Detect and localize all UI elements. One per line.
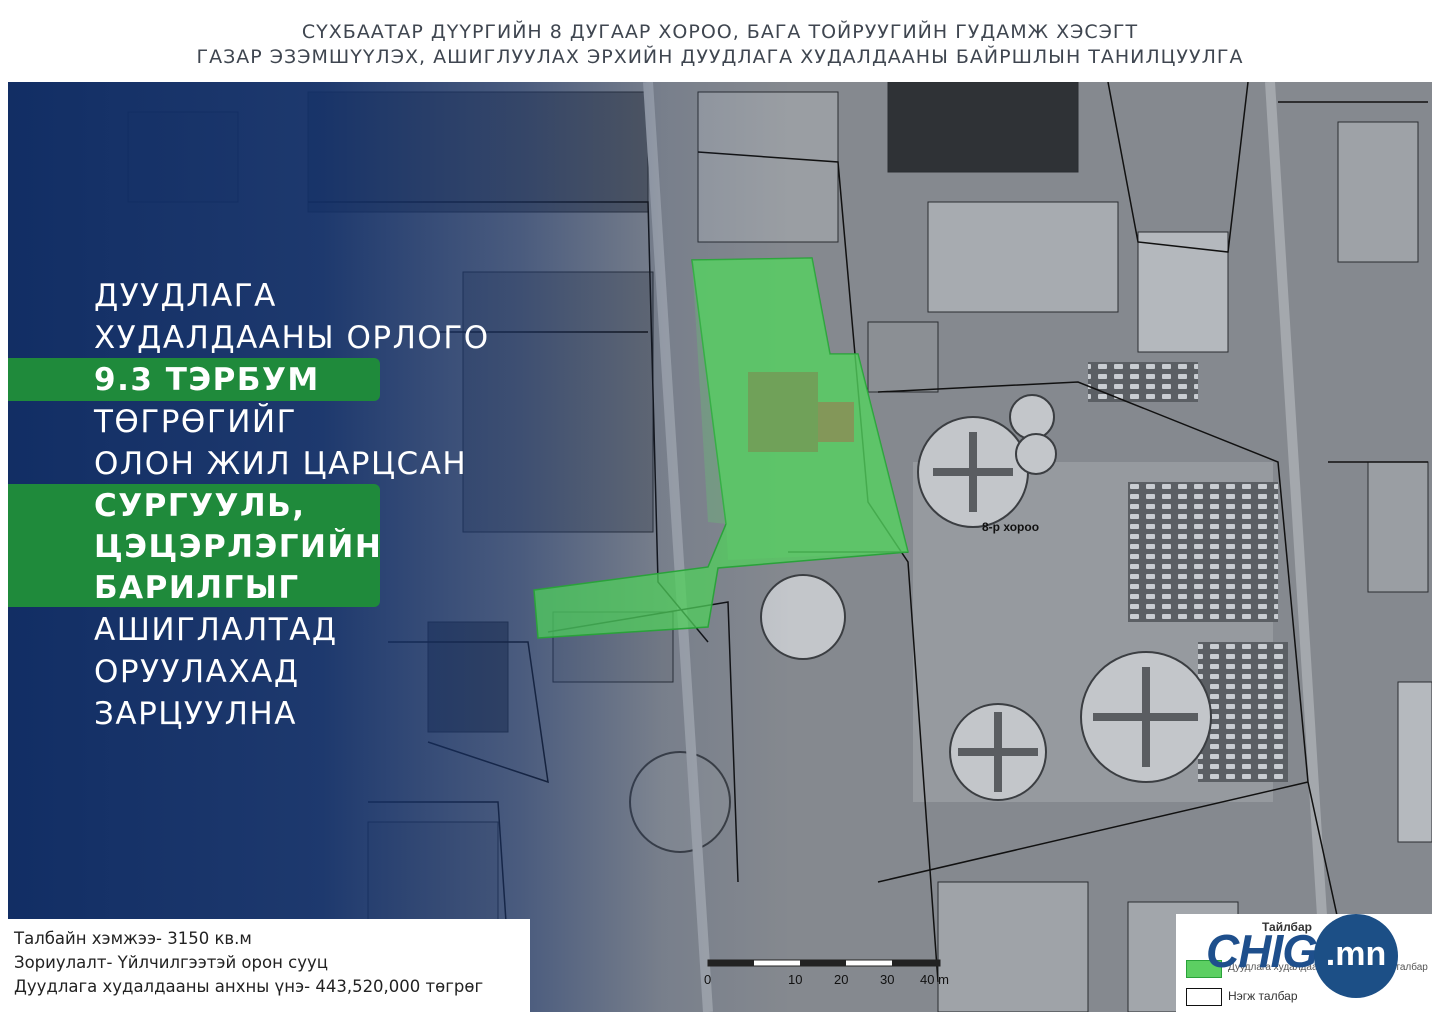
headline-line-7: ЦЭЦЭРЛЭГИЙН bbox=[94, 529, 383, 565]
scale-tick-0: 0 bbox=[704, 972, 712, 987]
scale-tick-10: 10 bbox=[788, 972, 803, 987]
headline-line-4: ТӨГРӨГИЙГ bbox=[94, 404, 298, 440]
headline-line-6: СУРГУУЛЬ, bbox=[94, 488, 306, 524]
parcel-roof bbox=[748, 372, 818, 452]
headline-line-5: ОЛОН ЖИЛ ЦАРЦСАН bbox=[94, 446, 468, 482]
logo-tld-circle: .mn bbox=[1314, 914, 1398, 998]
scale-tick-20: 20 bbox=[834, 972, 849, 987]
logo-tld: .mn bbox=[1325, 935, 1387, 973]
info-area: Талбайн хэмжээ- 3150 кв.м bbox=[14, 929, 252, 948]
info-purpose: Зориулалт- Үйлчилгээтэй орон сууц bbox=[14, 953, 328, 972]
headline-line-3: 9.3 ТЭРБУМ bbox=[94, 362, 320, 398]
headline-line-1: ДУУДЛАГА bbox=[94, 278, 277, 314]
title-line-1: СҮХБААТАР ДҮҮРГИЙН 8 ДУГААР ХОРОО, БАГА … bbox=[301, 21, 1139, 43]
chig-logo[interactable]: CHIG .mn bbox=[1206, 914, 1416, 998]
logo-brand: CHIG bbox=[1206, 925, 1318, 977]
headline-line-9: АШИГЛАЛТАД bbox=[94, 612, 338, 648]
headline-line-2: ХУДАЛДААНЫ ОРЛОГО bbox=[94, 320, 490, 356]
legend-label-parcel: Нэгж талбар bbox=[1228, 989, 1298, 1003]
district-label: 8-р хороо bbox=[982, 520, 1040, 534]
scale-tick-30: 30 bbox=[880, 972, 895, 987]
parcel-roof bbox=[818, 402, 854, 442]
scale-tick-40: 40 m bbox=[920, 972, 949, 987]
legend-swatch-parcel bbox=[1186, 988, 1222, 1006]
title-line-2: ГАЗАР ЭЗЭМШҮҮЛЭХ, АШИГЛУУЛАХ ЭРХИЙН ДУУД… bbox=[196, 46, 1244, 68]
info-price: Дуудлага худалдааны анхны үнэ- 443,520,0… bbox=[14, 977, 484, 996]
info-panel: Талбайн хэмжээ- 3150 кв.м Зориулалт- Үйл… bbox=[8, 919, 530, 1012]
headline-line-8: БАРИЛГЫГ bbox=[94, 570, 300, 606]
scale-bar bbox=[707, 959, 941, 967]
headline-line-10: ОРУУЛАХАД bbox=[94, 654, 300, 690]
headline-line-11: ЗАРЦУУЛНА bbox=[94, 696, 297, 732]
